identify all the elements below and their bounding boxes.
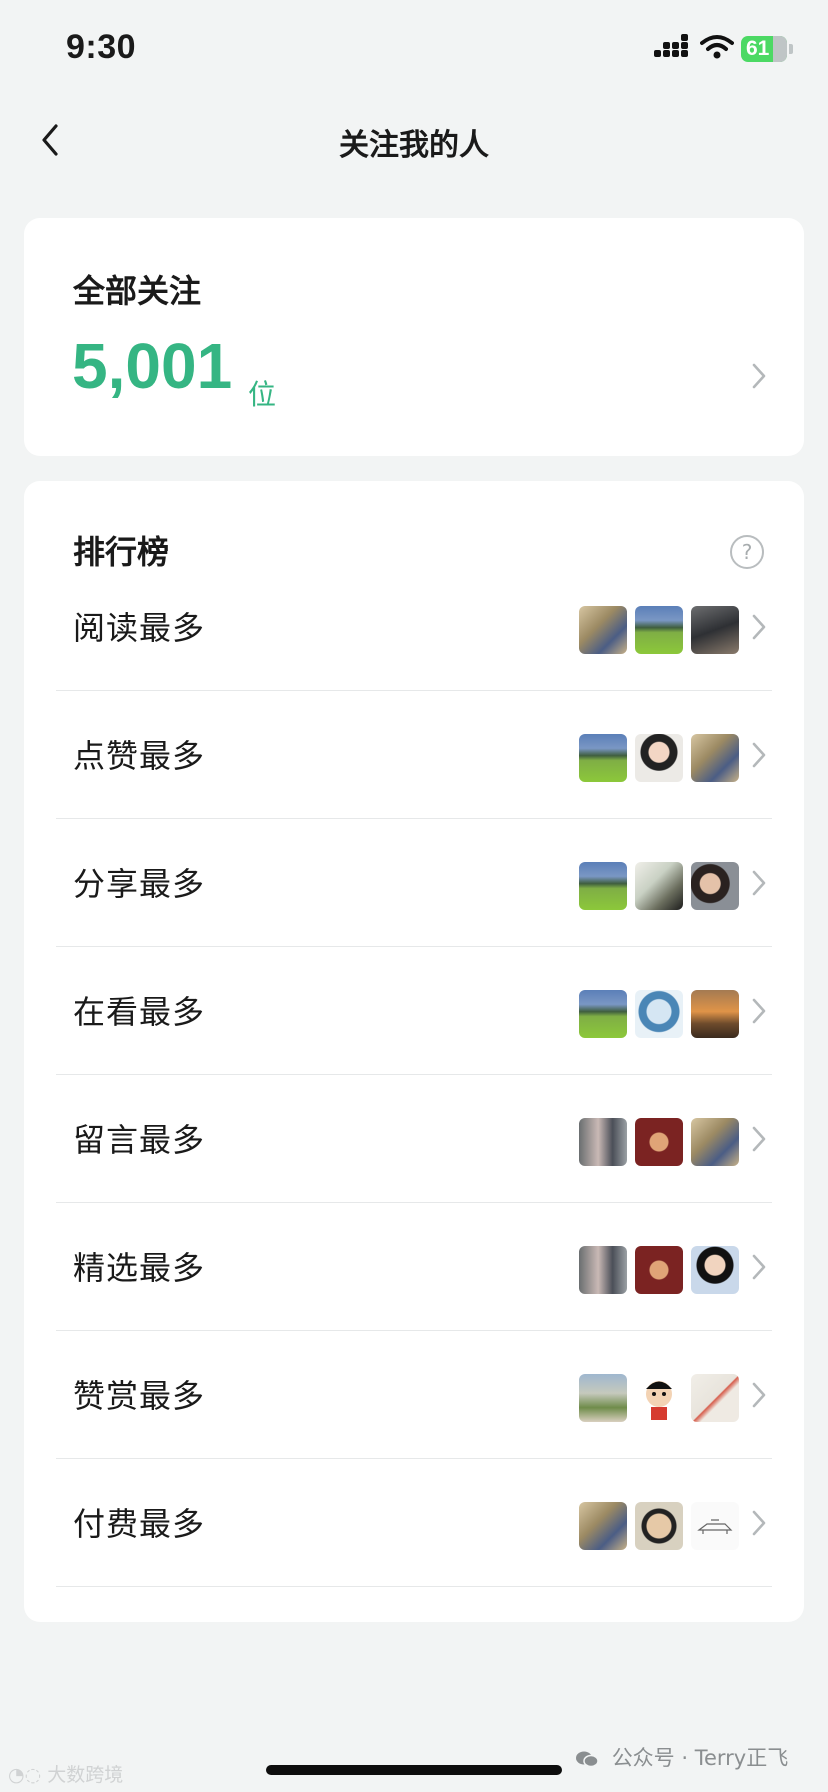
ranking-row-label: 在看最多 xyxy=(73,993,206,1031)
status-time: 9:30 xyxy=(66,28,137,66)
dark-photo xyxy=(691,606,739,654)
girl-photo xyxy=(635,734,683,782)
battery-icon: 61 xyxy=(741,36,787,62)
chevron-right-icon xyxy=(752,363,766,389)
glasses-photo xyxy=(635,1502,683,1550)
street-photo xyxy=(579,1246,627,1294)
red-photo xyxy=(635,1118,683,1166)
red-photo xyxy=(635,1246,683,1294)
sunset-photo xyxy=(691,990,739,1038)
sketch-photo xyxy=(691,1502,739,1550)
room-photo xyxy=(635,862,683,910)
chevron-right-icon xyxy=(752,742,766,768)
robot-photo xyxy=(635,990,683,1038)
crowd-photo xyxy=(579,606,627,654)
total-followers-card[interactable]: 全部关注 5,001 位 xyxy=(24,218,804,456)
ranking-row[interactable]: 精选最多 xyxy=(24,1203,804,1331)
cartoon-photo xyxy=(635,1374,683,1422)
home-indicator[interactable] xyxy=(266,1765,562,1775)
palms-photo xyxy=(579,1374,627,1422)
chevron-right-icon xyxy=(752,870,766,896)
ranking-row[interactable]: 阅读最多 xyxy=(24,563,804,691)
cellular-signal-icon xyxy=(654,34,688,62)
mountain-photo xyxy=(579,734,627,782)
chevron-right-icon xyxy=(752,1510,766,1536)
watermark-right: 公众号 · Terry正飞 xyxy=(575,1742,788,1772)
battery-cap xyxy=(789,44,793,54)
ranking-row-label: 赞赏最多 xyxy=(73,1377,206,1415)
crowd-photo xyxy=(691,1118,739,1166)
ranking-row-label: 付费最多 xyxy=(73,1505,206,1543)
ranking-row[interactable]: 赞赏最多 xyxy=(24,1331,804,1459)
mountain-photo xyxy=(635,606,683,654)
ranking-row[interactable]: 留言最多 xyxy=(24,1075,804,1203)
total-followers-unit: 位 xyxy=(248,378,277,411)
street-photo xyxy=(579,1118,627,1166)
ranking-row[interactable]: 在看最多 xyxy=(24,947,804,1075)
ranking-row[interactable]: 分享最多 xyxy=(24,819,804,947)
chevron-right-icon xyxy=(752,1126,766,1152)
battery-level: 61 xyxy=(746,37,770,60)
ranking-row-label: 分享最多 xyxy=(73,865,206,903)
mountain-photo xyxy=(579,862,627,910)
row-divider xyxy=(56,1586,772,1587)
stamp-photo xyxy=(691,1374,739,1422)
watermark-left-text: 大数跨境 xyxy=(47,1764,124,1786)
total-followers-count: 5,001 xyxy=(72,330,233,402)
ranking-card: 排行榜 ? 阅读最多 点赞最多 分享最多 在看最多 留言最多 精选最多 赞赏最多 付费最多 xyxy=(24,481,804,1622)
page-title: 关注我的人 xyxy=(339,128,489,163)
ranking-row-label: 点赞最多 xyxy=(73,737,206,775)
woman-photo xyxy=(691,862,739,910)
ranking-row[interactable]: 付费最多 xyxy=(24,1459,804,1587)
crowd-photo xyxy=(691,734,739,782)
total-followers-label: 全部关注 xyxy=(73,272,202,310)
watermark-left: ◔◌ 大数跨境 xyxy=(8,1760,123,1787)
chevron-right-icon xyxy=(752,998,766,1024)
ranking-row[interactable]: 点赞最多 xyxy=(24,691,804,819)
crowd-photo xyxy=(579,1502,627,1550)
ranking-row-label: 阅读最多 xyxy=(73,609,206,647)
ranking-row-label: 留言最多 xyxy=(73,1121,206,1159)
wifi-icon xyxy=(700,35,734,59)
chevron-right-icon xyxy=(752,1382,766,1408)
battery-empty-portion xyxy=(773,36,787,62)
chevron-right-icon xyxy=(752,614,766,640)
mountain-photo xyxy=(579,990,627,1038)
watermark-logo-icon: ◔◌ xyxy=(8,1764,42,1786)
graduate-photo xyxy=(691,1246,739,1294)
wechat-icon xyxy=(576,1751,599,1768)
chevron-right-icon xyxy=(752,1254,766,1280)
ranking-row-label: 精选最多 xyxy=(73,1249,206,1287)
watermark-right-text: 公众号 · Terry正飞 xyxy=(611,1746,789,1770)
